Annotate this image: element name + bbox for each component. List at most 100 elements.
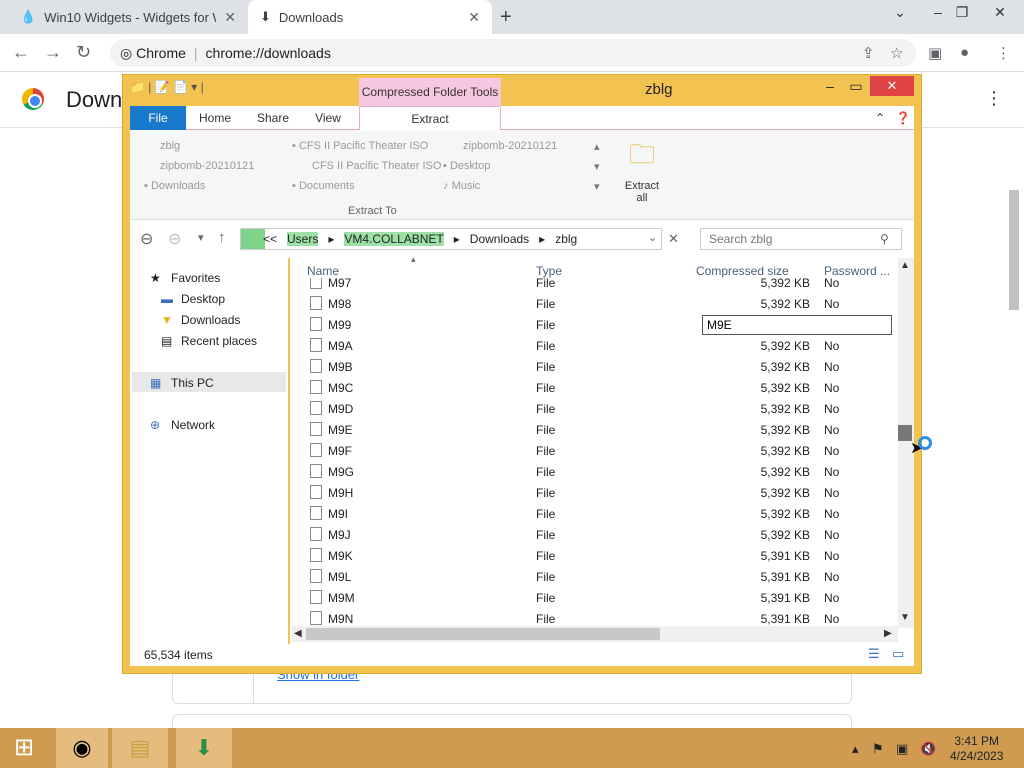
maximize-button[interactable]: ▭: [848, 78, 864, 95]
help-icon[interactable]: ❓: [894, 106, 912, 130]
table-row[interactable]: M9H File 5,392 KB No: [300, 482, 890, 503]
extract-target[interactable]: zblg: [160, 140, 180, 152]
breadcrumb[interactable]: Downloads: [470, 232, 529, 246]
nav-downloads[interactable]: Downloads: [181, 313, 240, 327]
file-password: No: [824, 339, 840, 353]
table-row[interactable]: M98 File 5,392 KB No: [300, 293, 890, 314]
chevron-up-icon[interactable]: ▴: [852, 741, 859, 757]
column-type[interactable]: Type: [536, 264, 562, 278]
volume-muted-icon[interactable]: 🔇: [920, 741, 936, 757]
chevron-down-icon[interactable]: ⌄: [648, 231, 657, 244]
close-button[interactable]: ✕: [988, 4, 1012, 21]
expand-icon[interactable]: ▾: [594, 180, 600, 193]
forward-button[interactable]: ⊖: [168, 229, 181, 249]
nav-network[interactable]: Network: [171, 418, 215, 432]
table-row[interactable]: M9G File 5,392 KB No: [300, 461, 890, 482]
scroll-left-icon[interactable]: ◀: [294, 628, 302, 639]
breadcrumb[interactable]: VM4.COLLABNET: [344, 232, 444, 246]
sidepanel-icon[interactable]: ▣: [928, 44, 942, 62]
minimize-button[interactable]: –: [926, 4, 950, 20]
forward-button[interactable]: →: [44, 42, 62, 63]
quick-access-toolbar[interactable]: 📁 | 📝 📄 ▾ |: [130, 80, 204, 94]
scroll-up-icon[interactable]: ▲: [900, 260, 910, 271]
table-row[interactable]: M9B File 5,392 KB No: [300, 356, 890, 377]
table-row[interactable]: M9A File 5,392 KB No: [300, 335, 890, 356]
network-tray-icon[interactable]: ▣: [896, 741, 908, 757]
more-menu-icon[interactable]: ⋮: [985, 88, 1003, 109]
scroll-down-icon[interactable]: ▼: [900, 612, 910, 623]
table-row[interactable]: M9K File 5,391 KB No: [300, 545, 890, 566]
tab-share[interactable]: Share: [250, 106, 296, 130]
nav-desktop[interactable]: Desktop: [181, 292, 225, 306]
table-row[interactable]: M9J File 5,392 KB No: [300, 524, 890, 545]
address-bar[interactable]: ◎ Chrome | chrome://downloads: [110, 39, 916, 67]
page-scrollbar[interactable]: [1009, 190, 1019, 310]
close-icon[interactable]: ✕: [668, 231, 679, 247]
column-name[interactable]: Name: [307, 264, 339, 278]
reload-button[interactable]: ↻: [76, 42, 91, 63]
file-password: No: [824, 402, 840, 416]
chrome-taskbar-icon[interactable]: ◉: [56, 728, 108, 768]
rename-input[interactable]: M9E: [702, 315, 892, 335]
new-tab-button[interactable]: +: [500, 6, 512, 29]
breadcrumb[interactable]: Users: [287, 232, 319, 246]
file-explorer-taskbar-icon[interactable]: ▤: [112, 728, 168, 768]
profile-icon[interactable]: ●: [960, 44, 969, 61]
close-icon[interactable]: ✕: [468, 9, 480, 26]
minimize-button[interactable]: –: [822, 78, 838, 94]
nav-this-pc[interactable]: This PC: [171, 376, 214, 390]
tab-extract[interactable]: Extract: [359, 106, 501, 130]
restore-button[interactable]: ❐: [950, 4, 974, 21]
extract-target[interactable]: ▪ CFS II Pacific Theater ISO: [292, 140, 428, 152]
extract-target[interactable]: ▪ Documents: [292, 180, 355, 192]
breadcrumb[interactable]: zblg: [555, 232, 577, 246]
tab-win10-widgets[interactable]: 💧 Win10 Widgets - Widgets for Wi ✕: [8, 0, 248, 34]
share-icon[interactable]: ⇪: [862, 44, 875, 62]
close-button[interactable]: ✕: [870, 76, 914, 96]
close-icon[interactable]: ✕: [224, 9, 236, 26]
table-row[interactable]: M9E File 5,392 KB No: [300, 419, 890, 440]
search-input[interactable]: Search zblg: [700, 228, 902, 250]
table-row[interactable]: M9F File 5,392 KB No: [300, 440, 890, 461]
tab-home[interactable]: Home: [192, 106, 238, 130]
tab-view[interactable]: View: [308, 106, 348, 130]
extract-all-button[interactable]: 🗀 Extract all: [620, 136, 664, 204]
extract-target[interactable]: ▪ Desktop: [443, 160, 490, 172]
back-button[interactable]: ←: [12, 42, 30, 63]
table-row[interactable]: M9D File 5,392 KB No: [300, 398, 890, 419]
windows-start-icon[interactable]: ⊞: [4, 728, 44, 768]
extract-target[interactable]: CFS II Pacific Theater ISO: [312, 160, 441, 172]
chevron-down-icon[interactable]: ⌄: [888, 4, 912, 21]
large-icons-view-icon[interactable]: ▭: [892, 646, 904, 662]
nav-recent-places[interactable]: Recent places: [181, 334, 257, 348]
chevron-down-icon[interactable]: ▾: [198, 231, 204, 244]
extract-target[interactable]: ♪ Music: [443, 180, 480, 192]
extract-target[interactable]: zipbomb-20210121: [160, 160, 254, 172]
table-row[interactable]: M9C File 5,392 KB No: [300, 377, 890, 398]
clock[interactable]: 3:41 PM 4/24/2023: [950, 734, 1003, 764]
chevron-up-icon[interactable]: ▴: [594, 140, 600, 153]
column-compressed-size[interactable]: Compressed size: [696, 264, 789, 278]
back-button[interactable]: ⊖: [140, 229, 153, 249]
chevron-down-icon[interactable]: ▾: [594, 160, 600, 173]
flag-icon[interactable]: ⚑: [872, 741, 884, 757]
details-view-icon[interactable]: ☰: [868, 646, 880, 662]
table-row[interactable]: M9I File 5,392 KB No: [300, 503, 890, 524]
table-row[interactable]: M9L File 5,391 KB No: [300, 566, 890, 587]
extract-target[interactable]: zipbomb-20210121: [463, 140, 557, 152]
tab-file[interactable]: File: [130, 106, 186, 130]
chevron-up-icon[interactable]: ⌃: [872, 106, 888, 130]
explorer-address-bar[interactable]: << Users ▸ VM4.COLLABNET ▸ Downloads ▸ zblg: [240, 228, 662, 250]
menu-icon[interactable]: ⋮: [996, 44, 1011, 62]
breadcrumb-overflow[interactable]: <<: [263, 232, 277, 246]
column-password[interactable]: Password ...: [824, 264, 890, 278]
scrollbar-thumb[interactable]: [306, 628, 660, 640]
app-taskbar-icon[interactable]: ⬇: [176, 728, 232, 768]
star-icon[interactable]: ☆: [890, 44, 903, 62]
table-row[interactable]: M9M File 5,391 KB No: [300, 587, 890, 608]
extract-target[interactable]: ▪ Downloads: [144, 180, 205, 192]
nav-favorites[interactable]: Favorites: [171, 271, 220, 285]
up-button[interactable]: ↑: [218, 229, 226, 246]
tab-downloads[interactable]: ⬇ Downloads ✕: [248, 0, 492, 34]
scroll-right-icon[interactable]: ▶: [884, 628, 892, 639]
